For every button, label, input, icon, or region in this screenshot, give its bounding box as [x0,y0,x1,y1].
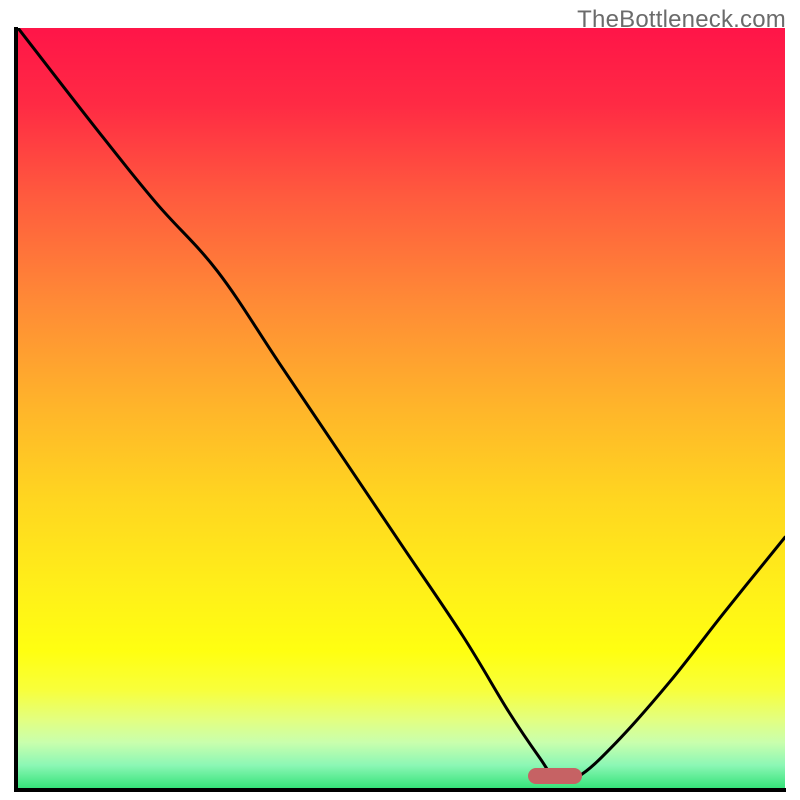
bottleneck-chart [18,28,785,788]
performance-curve [18,28,785,788]
x-axis [14,788,786,792]
chart-container: TheBottleneck.com [0,0,800,800]
optimum-marker [528,768,582,784]
watermark: TheBottleneck.com [577,6,786,34]
